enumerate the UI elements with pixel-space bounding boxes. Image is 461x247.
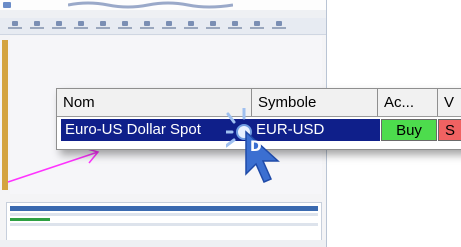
toolbar-button-icon <box>206 21 220 31</box>
column-header-name[interactable]: Nom <box>57 89 252 116</box>
toolbar-button-icon <box>272 21 286 31</box>
toolbar-button-icon <box>30 21 44 31</box>
instrument-name[interactable]: Euro-US Dollar Spot <box>61 119 246 141</box>
toolbar-button-icon <box>184 21 198 31</box>
panel-highlight-row <box>10 218 50 221</box>
column-header-extra[interactable]: V <box>438 89 461 116</box>
buy-button[interactable]: Buy <box>381 119 437 141</box>
app-icon <box>3 2 11 8</box>
toolbar-button-icon <box>228 21 242 31</box>
thumbnail-toolbar <box>0 18 326 35</box>
column-header-actions[interactable]: Ac... <box>378 89 438 116</box>
toolbar-button-icon <box>118 21 132 31</box>
thumbnail-titlebar <box>0 0 326 10</box>
lower-panel-title <box>7 203 321 205</box>
instruments-panel-thumbnail <box>6 202 322 242</box>
toolbar-button-icon <box>162 21 176 31</box>
sell-button[interactable]: S <box>438 119 461 141</box>
toolbar-button-icon <box>250 21 264 31</box>
thumbnail-statusbar <box>0 240 326 247</box>
thumbnail-menubar <box>0 10 326 18</box>
panel-row <box>10 223 318 226</box>
toolbar-button-icon <box>96 21 110 31</box>
side-ruler <box>2 40 8 190</box>
toolbar-button-icon <box>74 21 88 31</box>
double-click-label: D <box>250 139 262 155</box>
toolbar-button-icon <box>52 21 66 31</box>
toolbar-button-icon <box>8 21 22 31</box>
titlebar-gradient <box>68 1 233 9</box>
toolbar-button-icon <box>140 21 154 31</box>
panel-header-bar <box>10 206 318 211</box>
panel-row <box>10 213 318 216</box>
